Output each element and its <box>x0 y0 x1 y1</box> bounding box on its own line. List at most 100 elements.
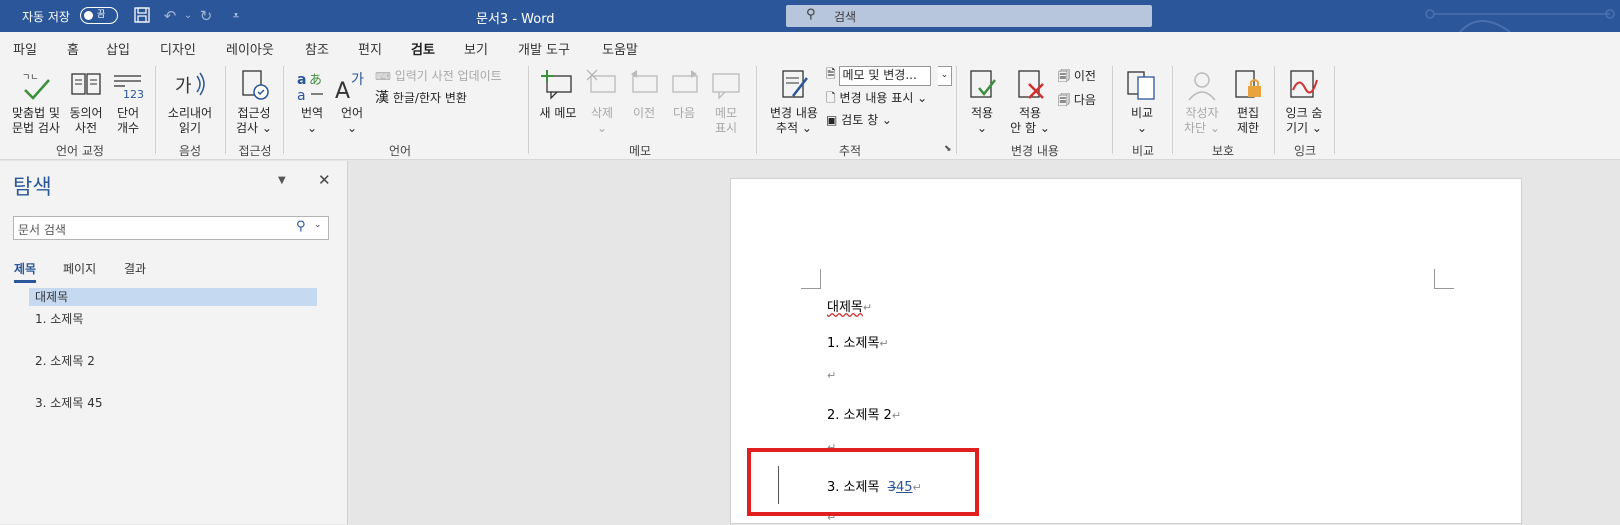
word-count-icon: 123 <box>114 75 144 101</box>
show-comments-icon <box>712 73 740 100</box>
tab-references[interactable]: 참조 <box>305 39 329 58</box>
delete-comment-icon <box>586 69 616 93</box>
paragraph-mark: ↵ <box>879 337 889 350</box>
compare-button[interactable]: 비교 ⌄ <box>1122 68 1162 136</box>
next-comment-button[interactable]: 다음 <box>664 68 704 121</box>
show-comments-label: 메모 표시 <box>714 106 738 135</box>
language-button[interactable]: A가 언어 ⌄ <box>334 68 370 136</box>
tab-insert[interactable]: 삽입 <box>106 39 130 58</box>
search-box[interactable]: ⚲ 검색 <box>786 5 1152 27</box>
check-accessibility-button[interactable]: 접근성 검사 ⌄ <box>230 68 278 136</box>
navigation-pane: 탐색 ▼ ✕ 문서 검색 ⚲ ⌄ 제목 페이지 결과 대제목 1. 소제목 2.… <box>0 161 348 524</box>
svg-text:가: 가 <box>175 76 192 97</box>
translate-button[interactable]: aあa 번역 ⌄ <box>292 68 332 136</box>
next-change-label: 다음 <box>1073 93 1096 107</box>
document-search-input[interactable]: 문서 검색 ⚲ ⌄ <box>13 216 329 240</box>
group-ink-label: 잉크 <box>1293 144 1317 158</box>
undo-dropdown-icon[interactable]: ⌄ <box>178 6 198 26</box>
tab-view[interactable]: 보기 <box>464 39 488 58</box>
track-changes-button[interactable]: 변경 내용 추적 ⌄ <box>764 68 824 136</box>
previous-change-icon: 🗐 <box>1058 69 1070 83</box>
read-aloud-button[interactable]: 가 소리내어 읽기 <box>162 68 218 136</box>
language-icon: A가 <box>335 72 364 102</box>
nav-heading-item[interactable]: 1. 소제목 <box>35 310 83 327</box>
reject-label: 적용 안 함 ⌄ <box>1010 106 1050 135</box>
hangul-hanja-convert-button[interactable]: 漢 한글/한자 변환 <box>375 90 467 106</box>
previous-comment-icon <box>631 70 658 93</box>
markup-view-select[interactable]: 🗎 메모 및 변경... ⌄ <box>826 66 952 86</box>
translate-label: 번역 ⌄ <box>300 106 324 135</box>
list-item-text: 2. 소제목 2 <box>827 408 892 423</box>
reject-change-button[interactable]: 적용 안 함 ⌄ <box>1006 68 1054 136</box>
tab-review[interactable]: 검토 <box>411 39 435 64</box>
group-separator <box>1112 66 1113 154</box>
next-change-button[interactable]: 🗐 다음 <box>1058 92 1096 108</box>
doc-list-item[interactable]: 1. 소제목↵ <box>827 332 889 351</box>
read-aloud-label: 소리내어 읽기 <box>167 106 213 135</box>
autosave-toggle[interactable]: 끔 <box>80 7 118 24</box>
previous-comment-button[interactable]: 이전 <box>624 68 664 121</box>
track-changes-icon <box>782 70 808 98</box>
new-comment-icon <box>541 70 572 100</box>
tab-pages[interactable]: 페이지 <box>63 260 96 277</box>
tab-file[interactable]: 파일 <box>13 39 37 58</box>
nav-heading-item[interactable]: 3. 소제목 45 <box>35 394 102 411</box>
undo-icon[interactable]: ↶ <box>160 6 180 26</box>
delete-comment-button[interactable]: 삭제 ⌄ <box>582 68 622 136</box>
customize-qat-icon[interactable]: ⩡ <box>226 6 246 26</box>
accept-change-button[interactable]: 적용 ⌄ <box>962 68 1002 136</box>
tab-developer[interactable]: 개발 도구 <box>518 39 570 58</box>
redo-icon[interactable]: ↻ <box>196 6 216 26</box>
doc-heading[interactable]: 대제목↵ <box>827 296 872 315</box>
update-ime-dictionary-button[interactable]: ⌨ 입력기 사전 업데이트 <box>375 68 502 85</box>
doc-list-item[interactable]: 2. 소제목 2↵ <box>827 404 901 423</box>
group-speech-label: 음성 <box>178 144 202 158</box>
tab-headings[interactable]: 제목 <box>14 260 37 283</box>
close-icon[interactable]: ✕ <box>318 171 331 189</box>
tracking-dialog-launcher-icon[interactable]: ⬊ <box>944 144 952 154</box>
group-separator <box>756 66 757 154</box>
highlight-box <box>747 448 979 516</box>
lock-icon <box>1235 70 1261 98</box>
compare-icon <box>1127 71 1155 100</box>
accept-label: 적용 ⌄ <box>970 106 994 135</box>
tab-layout[interactable]: 레이아웃 <box>226 39 274 58</box>
show-comments-button[interactable]: 메모 표시 <box>706 68 746 136</box>
previous-change-button[interactable]: 🗐 이전 <box>1058 68 1096 84</box>
pane-options-icon[interactable]: ▼ <box>278 175 286 186</box>
tab-design[interactable]: 디자인 <box>160 39 196 58</box>
list-item-text: 1. 소제목 <box>827 336 880 351</box>
thesaurus-button[interactable]: 동의어 사전 <box>66 68 106 136</box>
spelling-grammar-button[interactable]: ㄱㄴ 맞춤법 및 문법 검사 <box>8 68 64 136</box>
search-icon[interactable]: ⚲ <box>296 219 306 234</box>
group-proofing-label: 언어 교정 <box>56 144 104 158</box>
chevron-down-icon[interactable]: ⌄ <box>314 220 322 230</box>
reviewing-pane-button[interactable]: ▣ 검토 창 ⌄ <box>826 112 892 128</box>
new-comment-button[interactable]: 새 메모 <box>536 68 580 121</box>
doc-empty-paragraph[interactable]: ↵ <box>827 368 836 383</box>
nav-heading-item[interactable]: 2. 소제목 2 <box>35 352 95 369</box>
svg-text:123: 123 <box>123 88 144 101</box>
tab-mailings[interactable]: 편지 <box>358 39 382 58</box>
show-markup-button[interactable]: 🗋 변경 내용 표시 ⌄ <box>826 90 927 106</box>
navigation-title: 탐색 <box>13 175 52 199</box>
save-icon[interactable] <box>132 6 152 26</box>
svg-text:a: a <box>297 88 306 102</box>
hide-ink-button[interactable]: 잉크 숨 기기 ⌄ <box>1280 68 1328 136</box>
chevron-down-icon: ⌄ <box>938 66 952 86</box>
ribbon-review: ㄱㄴ 맞춤법 및 문법 검사 동의어 사전 123 단어 개수 언어 교정 가 … <box>0 60 1620 160</box>
hangul-hanja-label: 한글/한자 변환 <box>392 91 467 105</box>
block-authors-button[interactable]: 작성자 차단 ⌄ <box>1180 68 1224 136</box>
word-count-button[interactable]: 123 단어 개수 <box>110 68 146 136</box>
restrict-editing-button[interactable]: 편집 제한 <box>1228 68 1268 136</box>
paragraph-mark: ↵ <box>891 409 902 422</box>
document-title: 문서3 - Word <box>476 12 555 27</box>
nav-heading-item[interactable]: 대제목 <box>29 288 317 306</box>
spellcheck-icon: ㄱㄴ <box>22 73 50 100</box>
tab-home[interactable]: 홈 <box>67 39 79 58</box>
word-count-label: 단어 개수 <box>116 106 140 135</box>
book-icon <box>71 73 101 95</box>
tab-help[interactable]: 도움말 <box>602 39 638 58</box>
tab-results[interactable]: 결과 <box>124 260 146 277</box>
svg-text:A: A <box>335 79 350 102</box>
